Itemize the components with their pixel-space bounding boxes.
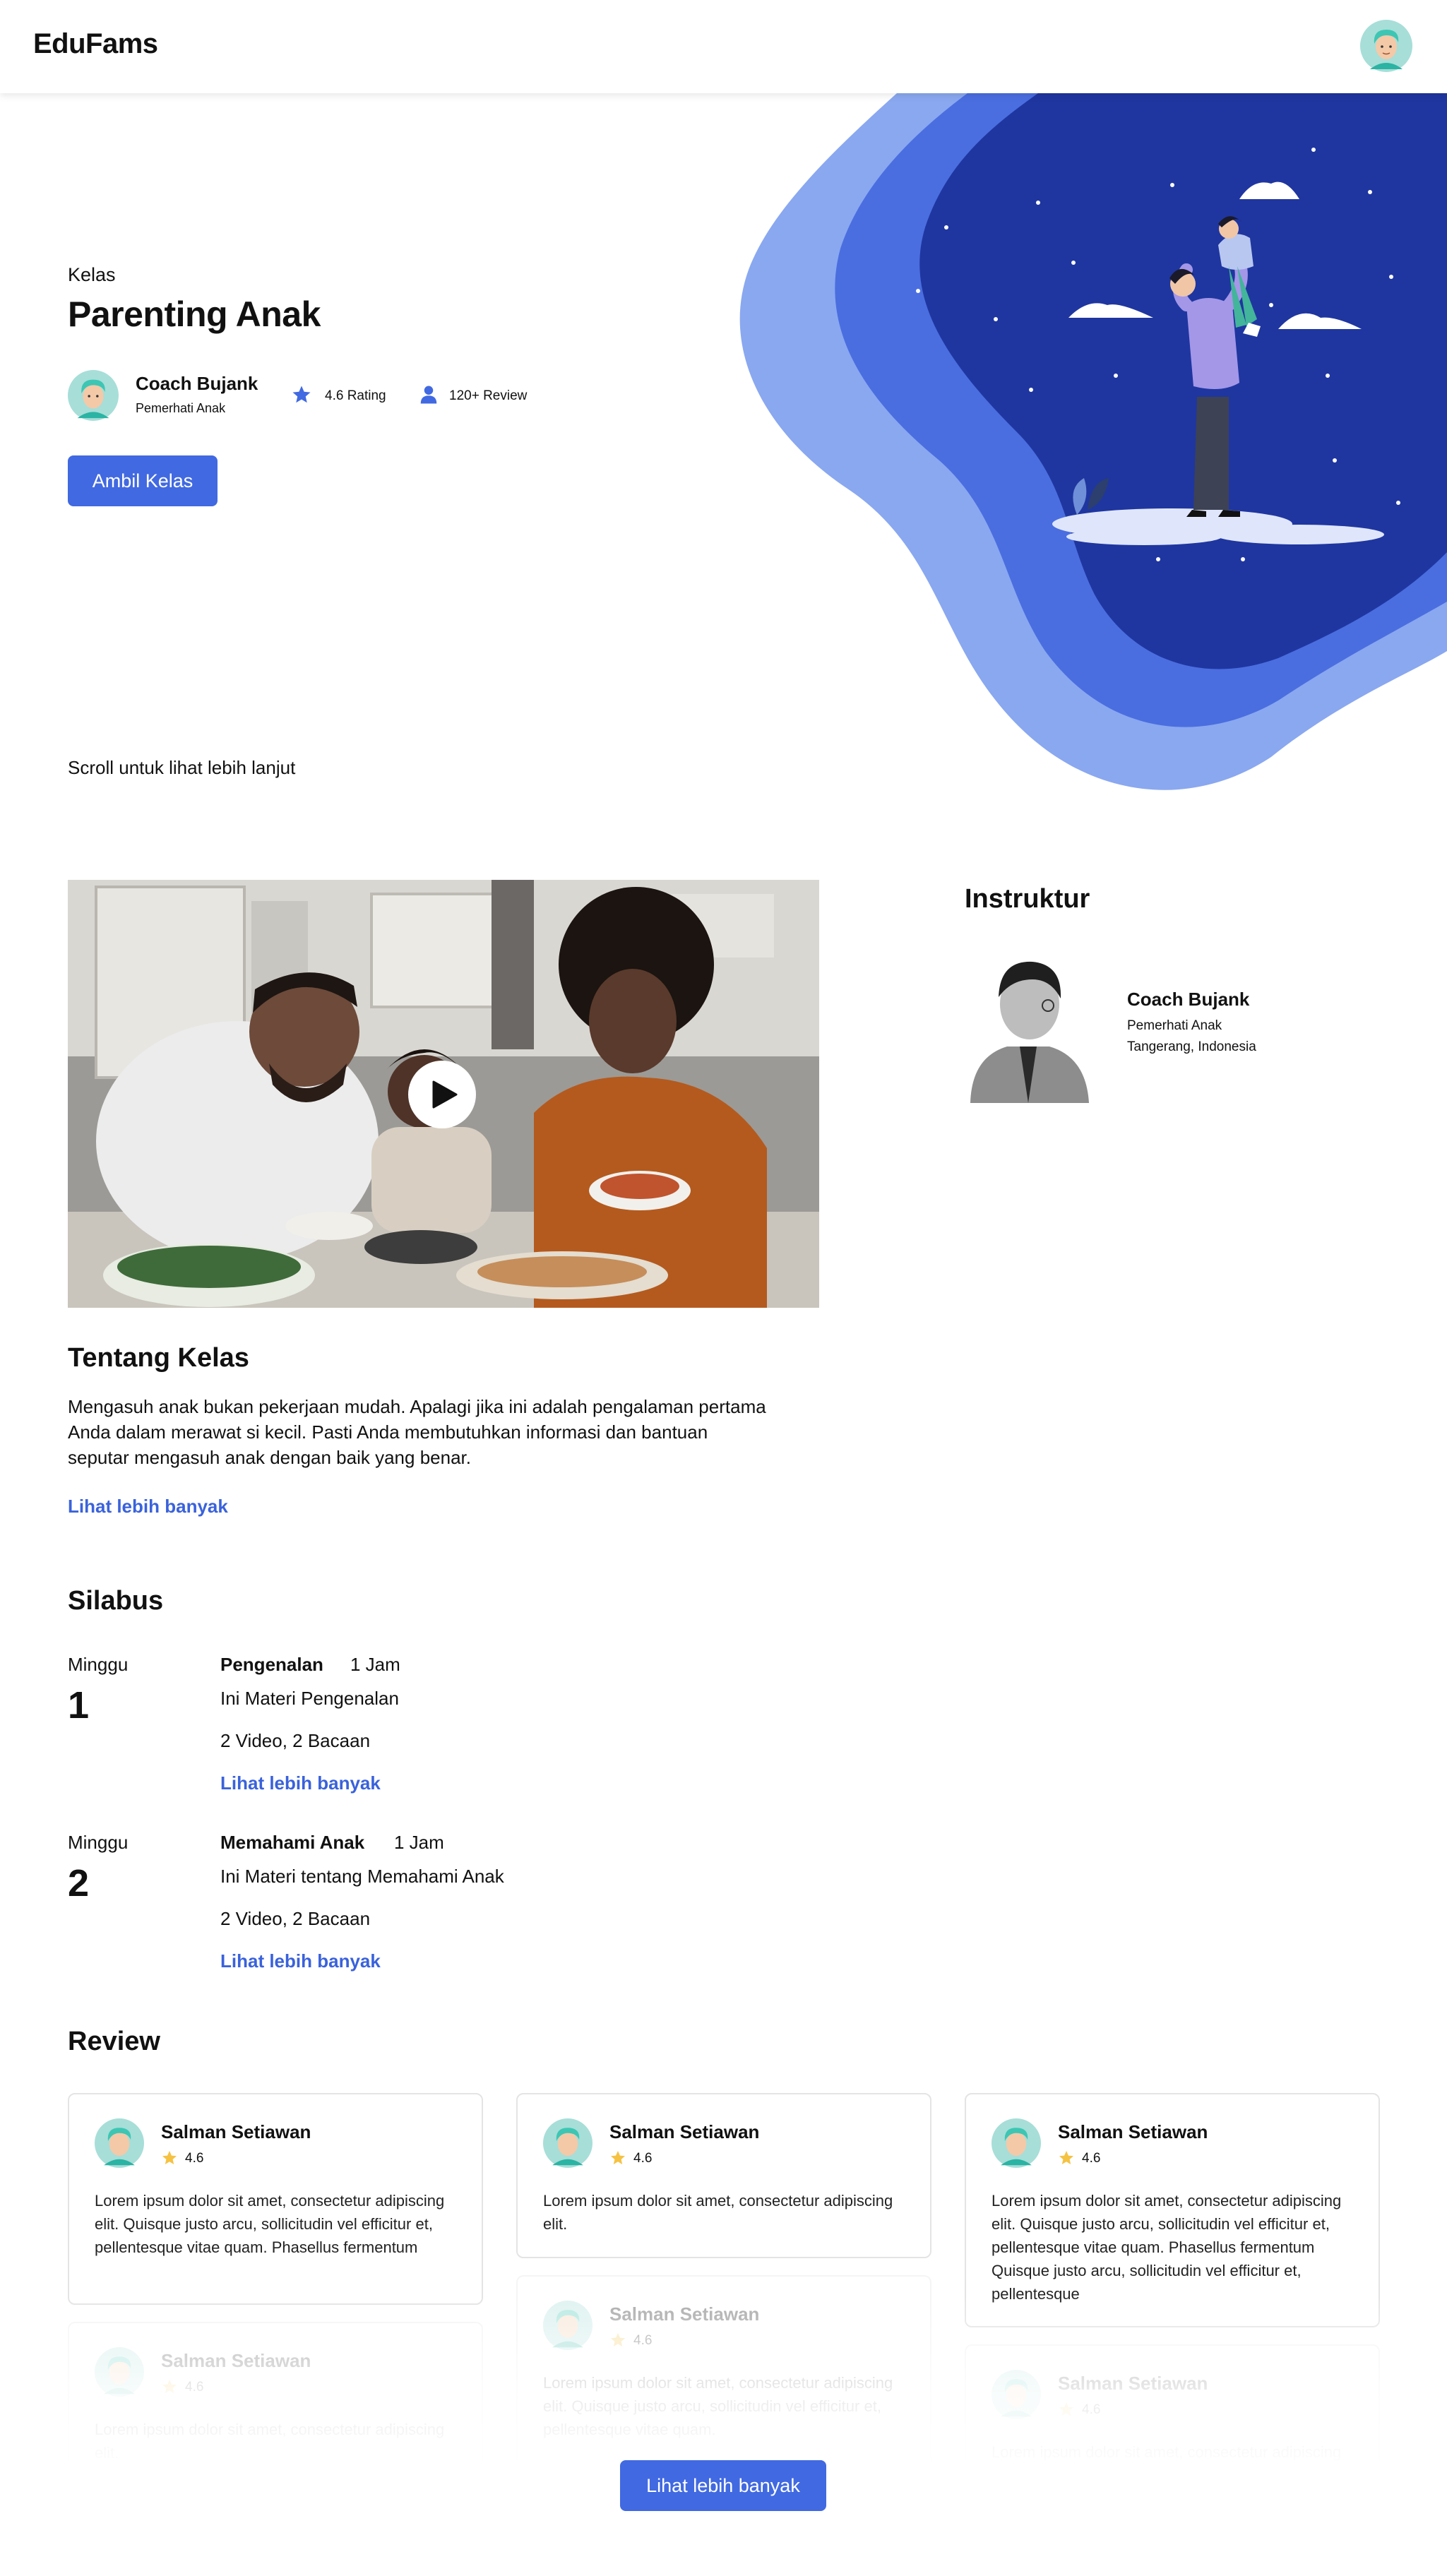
review-card: Salman Setiawan 4.6 Lorem ipsum dolor si…: [68, 2093, 483, 2305]
week-number: 2: [68, 1862, 90, 1904]
review-rating: 4.6: [1082, 2151, 1101, 2166]
top-navbar: EduFams: [0, 0, 1447, 93]
week-label: Minggu: [68, 1832, 129, 1853]
week-duration: 1 Jam: [394, 1832, 444, 1853]
about-more-link[interactable]: Lihat lebih banyak: [68, 1496, 228, 1517]
review-card: Salman Setiawan 4.6 Lorem ipsum dolor si…: [516, 2093, 931, 2258]
instructor-photo[interactable]: [965, 941, 1092, 1103]
about-line: seputar mengasuh anak dengan baik yang b…: [68, 1447, 471, 1468]
reviewer-name: Salman Setiawan: [609, 2121, 760, 2142]
week-description: Ini Materi tentang Memahami Anak: [220, 1866, 504, 1887]
review-card: Salman Setiawan 4.6 Lorem ipsum dolor si…: [965, 2344, 1380, 2471]
hero-kicker: Kelas: [68, 264, 116, 285]
review-rating: 4.6: [1082, 2402, 1101, 2417]
week-number: 1: [68, 1684, 90, 1727]
reviewer-avatar: [543, 2301, 593, 2350]
review-card: Salman Setiawan 4.6 Lorem ipsum dolor si…: [68, 2322, 483, 2471]
week-title: Memahami Anak: [220, 1832, 365, 1853]
brand-logo[interactable]: EduFams: [33, 28, 158, 60]
week-label: Minggu: [68, 1654, 129, 1675]
about-line: Mengasuh anak bukan pekerjaan mudah. Apa…: [68, 1396, 766, 1417]
star-icon: [162, 2151, 177, 2164]
user-icon: [420, 386, 437, 404]
week-title: Pengenalan: [220, 1654, 323, 1675]
about-section-title: Tentang Kelas: [68, 1343, 249, 1373]
coach-avatar[interactable]: [68, 370, 119, 421]
coach-name[interactable]: Coach Bujank: [136, 373, 258, 395]
play-button[interactable]: [408, 1061, 476, 1128]
instructor-name[interactable]: Coach Bujank: [1127, 989, 1249, 1010]
week-content-count: 2 Video, 2 Bacaan: [220, 1730, 371, 1751]
star-icon: [292, 386, 311, 403]
load-more-reviews-button[interactable]: Lihat lebih banyak: [620, 2460, 826, 2511]
syllabus-section-title: Silabus: [68, 1586, 164, 1616]
review-text: Lorem ipsum dolor sit amet, consectetur …: [992, 2192, 1342, 2303]
review-text: Lorem ipsum dolor sit amet, consectetur …: [543, 2374, 893, 2438]
reviewer-avatar: [992, 2118, 1041, 2168]
page-title: Parenting Anak: [68, 294, 321, 334]
about-description: Mengasuh anak bukan pekerjaan mudah. Apa…: [68, 1394, 845, 1470]
review-card: Salman Setiawan 4.6 Lorem ipsum dolor si…: [516, 2275, 931, 2471]
week-more-link[interactable]: Lihat lebih banyak: [220, 1950, 381, 1972]
syllabus-week: Minggu 1 Pengenalan 1 Jam Ini Materi Pen…: [68, 1654, 703, 1823]
reviewer-avatar: [95, 2347, 144, 2397]
play-icon: [432, 1080, 458, 1109]
review-text: Lorem ipsum dolor sit amet, consectetur …: [95, 2192, 445, 2256]
instructor-role: Pemerhati Anak: [1127, 1018, 1222, 1033]
review-rating: 4.6: [633, 2151, 653, 2166]
review-rating: 4.6: [633, 2333, 653, 2348]
review-text: Lorem ipsum dolor sit amet, consectetur …: [543, 2192, 893, 2233]
scroll-hint: Scroll untuk lihat lebih lanjut: [68, 757, 296, 778]
review-text: Lorem ipsum dolor sit amet, consectetur …: [95, 2421, 445, 2462]
review-card: Salman Setiawan 4.6 Lorem ipsum dolor si…: [965, 2093, 1380, 2327]
star-icon: [1059, 2402, 1073, 2416]
class-video[interactable]: [68, 880, 819, 1308]
review-section-title: Review: [68, 2027, 160, 2056]
review-text: Lorem ipsum dolor sit amet, consectetur …: [992, 2443, 1342, 2471]
syllabus-week: Minggu 2 Memahami Anak 1 Jam Ini Materi …: [68, 1832, 703, 2001]
star-icon: [162, 2380, 177, 2393]
instructor-location: Tangerang, Indonesia: [1127, 1039, 1256, 1054]
reviewer-name: Salman Setiawan: [161, 2121, 311, 2142]
about-line: Anda dalam merawat si kecil. Pasti Anda …: [68, 1421, 708, 1443]
coach-summary: Coach Bujank Pemerhati Anak 4.6 Rating 1…: [68, 369, 576, 424]
instructor-section-title: Instruktur: [965, 884, 1090, 914]
reviewer-avatar: [95, 2118, 144, 2168]
user-avatar[interactable]: [1360, 20, 1412, 72]
reviewer-name: Salman Setiawan: [1058, 2121, 1208, 2142]
star-icon: [611, 2333, 625, 2347]
review-rating: 4.6: [185, 2151, 204, 2166]
week-description: Ini Materi Pengenalan: [220, 1688, 399, 1709]
review-grid: Salman Setiawan 4.6 Lorem ipsum dolor si…: [0, 2083, 1447, 2471]
rating-text: 4.6 Rating: [325, 388, 386, 403]
coach-role: Pemerhati Anak: [136, 401, 226, 415]
hero-illustration: [739, 93, 1447, 790]
star-icon: [1059, 2151, 1073, 2164]
week-duration: 1 Jam: [350, 1654, 400, 1675]
reviewer-name: Salman Setiawan: [609, 2303, 760, 2325]
reviewer-avatar: [543, 2118, 593, 2168]
week-content-count: 2 Video, 2 Bacaan: [220, 1908, 371, 1929]
star-icon: [611, 2151, 625, 2164]
review-count-text: 120+ Review: [449, 388, 528, 403]
reviewer-name: Salman Setiawan: [1058, 2373, 1208, 2394]
reviewer-name: Salman Setiawan: [161, 2350, 311, 2371]
review-rating: 4.6: [185, 2380, 204, 2395]
week-more-link[interactable]: Lihat lebih banyak: [220, 1772, 381, 1794]
take-class-button[interactable]: Ambil Kelas: [68, 455, 218, 506]
reviewer-avatar: [992, 2370, 1041, 2419]
